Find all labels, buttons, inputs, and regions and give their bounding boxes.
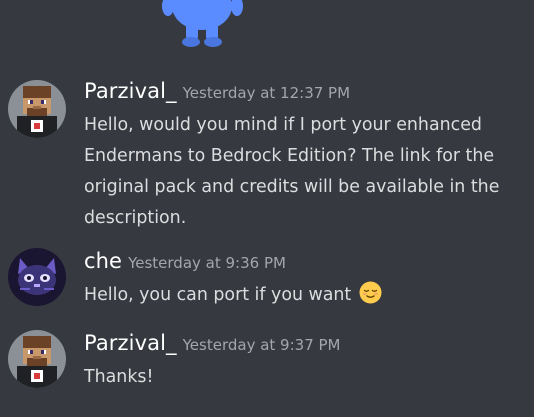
avatar[interactable] [8, 80, 66, 138]
avatar[interactable] [8, 248, 66, 306]
mascot-image [160, 0, 250, 48]
timestamp[interactable]: Yesterday at 9:36 PM [128, 254, 286, 272]
pixel-steve-avatar-icon [8, 80, 66, 138]
pixel-cat-avatar-icon [8, 248, 66, 306]
message-header: Parzival_ Yesterday at 9:37 PM [84, 330, 341, 358]
timestamp[interactable]: Yesterday at 12:37 PM [183, 84, 350, 102]
message-header: Parzival_ Yesterday at 12:37 PM [84, 78, 350, 106]
relieved-face-emoji-icon [359, 281, 382, 304]
timestamp[interactable]: Yesterday at 9:37 PM [183, 336, 341, 354]
username[interactable]: Parzival_ [84, 331, 177, 355]
message-header: che Yesterday at 9:36 PM [84, 248, 286, 276]
message-text: Hello, you can port if you want [84, 280, 524, 311]
message-text: Thanks! [84, 367, 154, 387]
username[interactable]: che [84, 249, 122, 273]
pixel-steve-avatar-icon [8, 330, 66, 388]
message-text: Hello, would you mind if I port your enh… [84, 115, 500, 228]
message-text-body: Hello, you can port if you want [84, 285, 352, 305]
avatar[interactable] [8, 330, 66, 388]
username[interactable]: Parzival_ [84, 79, 177, 103]
